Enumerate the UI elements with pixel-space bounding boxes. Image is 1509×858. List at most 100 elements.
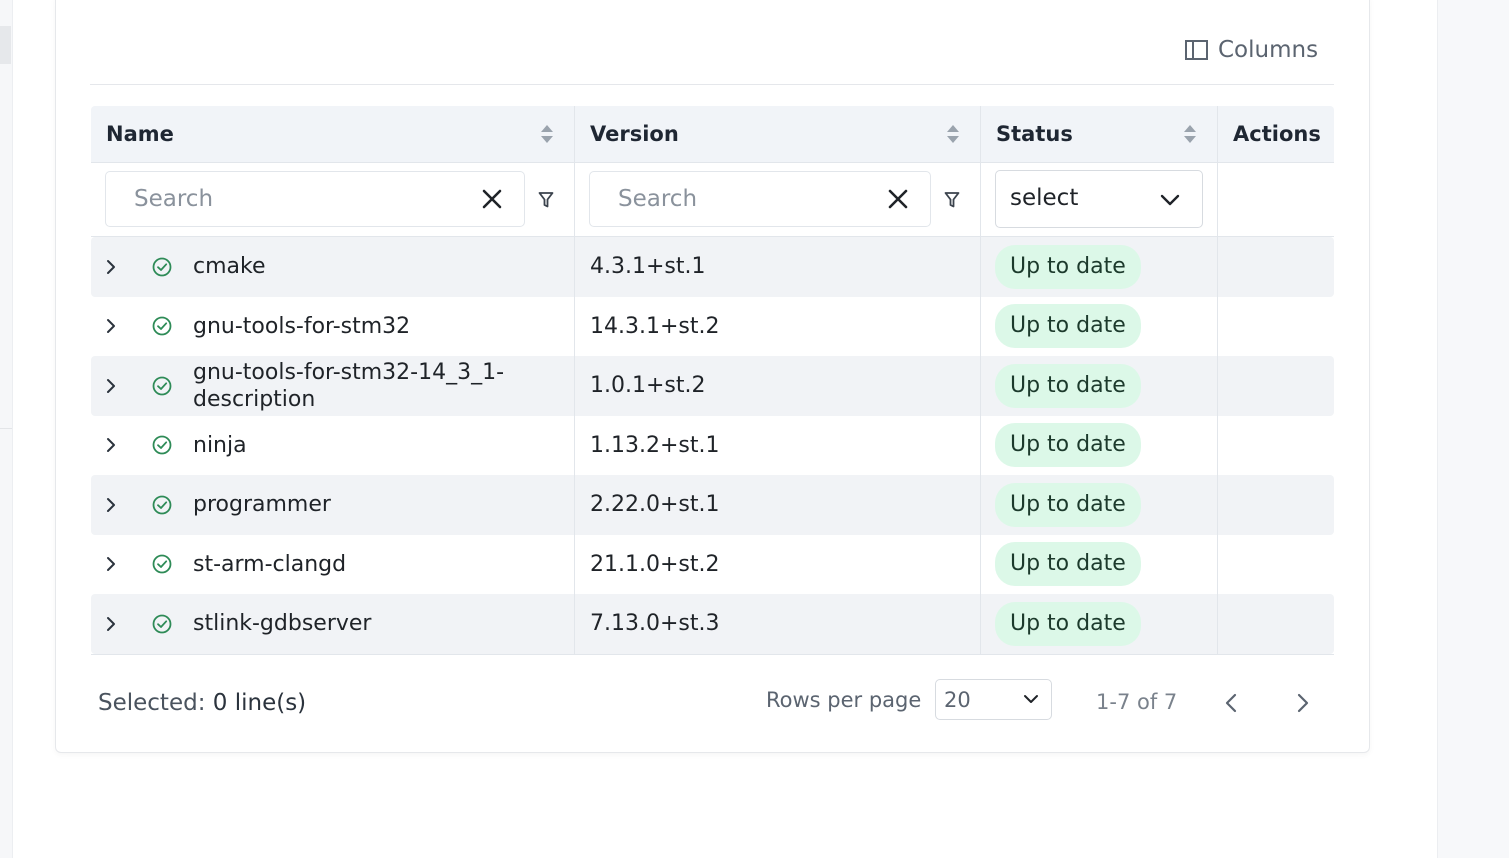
filter-funnel-icon[interactable] [538,191,554,209]
columns-icon [1185,40,1208,60]
toolbar-divider [90,84,1334,85]
selected-label: Selected: [98,690,206,716]
column-header-actions: Actions [1217,106,1334,162]
chevron-down-icon [1160,194,1180,206]
status-cell: Up to date [980,534,1217,594]
check-circle-icon [152,435,172,455]
package-name: cmake [193,254,266,280]
name-cell: programmer [91,475,574,535]
status-badge: Up to date [995,482,1141,527]
column-header-status-label: Status [996,122,1073,146]
check-circle-icon [152,316,172,336]
version-cell: 2.22.0+st.1 [574,475,980,535]
status-badge: Up to date [995,542,1141,587]
check-circle-icon [152,495,172,515]
columns-label: Columns [1218,37,1319,63]
status-badge: Up to date [995,423,1141,468]
package-name: stlink-gdbserver [193,611,372,637]
chevron-right-icon[interactable] [105,616,117,632]
status-cell: Up to date [980,594,1217,654]
table-row[interactable]: gnu-tools-for-stm32-14_3_1-description 1.… [91,356,1334,416]
package-version: 1.13.2+st.1 [590,432,720,458]
status-badge: Up to date [995,304,1141,349]
sort-icon[interactable] [946,123,960,145]
chevron-right-icon[interactable] [105,497,117,513]
name-search-input[interactable] [106,172,449,226]
actions-cell [1217,237,1334,297]
package-version: 1.0.1+st.2 [590,373,706,399]
name-search-box [105,171,525,227]
name-cell: st-arm-clangd [91,535,574,595]
rows-per-page-value: 20 [944,688,971,712]
version-cell: 21.1.0+st.2 [574,534,980,594]
table-row[interactable]: st-arm-clangd 21.1.0+st.2 Up to date [91,534,1334,595]
package-name: st-arm-clangd [193,551,347,577]
version-cell: 4.3.1+st.1 [574,237,980,297]
column-header-name[interactable]: Name [91,106,574,162]
left-panel-divider [0,428,12,429]
column-header-version[interactable]: Version [574,106,980,162]
sort-icon[interactable] [1183,123,1197,145]
column-header-actions-label: Actions [1233,122,1321,146]
actions-cell [1217,534,1334,594]
package-version: 21.1.0+st.2 [590,551,720,577]
right-panel-edge [1437,0,1509,858]
status-filter-cell: select [980,163,1217,236]
package-name: programmer [193,492,331,518]
column-header-version-label: Version [590,122,679,146]
table-row[interactable]: gnu-tools-for-stm32 14.3.1+st.2 Up to date [91,296,1334,357]
version-cell: 14.3.1+st.2 [574,296,980,356]
previous-page-button[interactable] [1224,692,1238,714]
name-cell: cmake [91,237,574,297]
table-bottom-border [91,653,1334,655]
check-circle-icon [152,554,172,574]
package-name: gnu-tools-for-stm32 [193,313,411,339]
next-page-button[interactable] [1296,692,1310,714]
table-row[interactable]: cmake 4.3.1+st.1 Up to date [91,237,1334,297]
status-filter-value: select [1010,185,1079,211]
status-cell: Up to date [980,237,1217,297]
chevron-right-icon[interactable] [105,437,117,453]
sort-icon[interactable] [540,123,554,145]
actions-cell [1217,594,1334,654]
rows-per-page-select[interactable]: 20 [935,679,1052,720]
rows-per-page-label: Rows per page [766,688,922,712]
columns-button[interactable]: Columns [1184,36,1318,64]
chevron-right-icon[interactable] [105,259,117,275]
status-filter-select[interactable]: select [995,170,1203,228]
version-search-input[interactable] [590,172,869,226]
actions-cell [1217,356,1334,416]
selection-summary: Selected: 0 line(s) [98,690,306,716]
chevron-right-icon[interactable] [105,378,117,394]
filter-funnel-icon[interactable] [944,191,960,209]
actions-cell [1217,415,1334,475]
table-row[interactable]: ninja 1.13.2+st.1 Up to date [91,415,1334,476]
check-circle-icon [152,376,172,396]
check-circle-icon [152,614,172,634]
actions-cell [1217,296,1334,356]
name-cell: gnu-tools-for-stm32 [91,297,574,357]
chevron-right-icon[interactable] [105,556,117,572]
status-badge: Up to date [995,244,1141,289]
left-panel-tab[interactable] [0,26,11,64]
clear-icon[interactable] [888,189,908,209]
chevron-right-icon[interactable] [105,318,117,334]
status-badge: Up to date [995,363,1141,408]
column-header-name-label: Name [106,122,174,146]
packages-table: Name Version Status Actions Search Searc… [91,106,1334,655]
version-cell: 7.13.0+st.3 [574,594,980,654]
clear-icon[interactable] [482,189,502,209]
version-cell: 1.13.2+st.1 [574,415,980,475]
package-name: gnu-tools-for-stm32-14_3_1-description [193,359,505,412]
table-row[interactable]: stlink-gdbserver 7.13.0+st.3 Up to date [91,594,1334,654]
name-cell: ninja [91,416,574,476]
name-filter-cell [91,163,574,236]
left-panel-edge [0,0,13,858]
column-header-status[interactable]: Status [980,106,1217,162]
status-cell: Up to date [980,356,1217,416]
package-version: 14.3.1+st.2 [590,313,720,339]
package-version: 2.22.0+st.1 [590,492,720,518]
actions-filter-cell [1217,163,1334,236]
table-row[interactable]: programmer 2.22.0+st.1 Up to date [91,475,1334,535]
name-cell: gnu-tools-for-stm32-14_3_1-description [91,356,574,416]
